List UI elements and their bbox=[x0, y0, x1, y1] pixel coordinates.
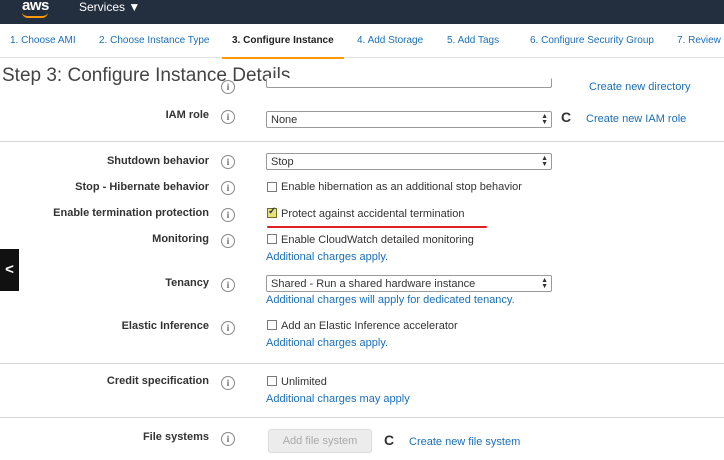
tenancy-charges-link[interactable]: Additional charges will apply for dedica… bbox=[266, 294, 515, 306]
step-add-tags[interactable]: 5. Add Tags bbox=[447, 35, 499, 46]
unlimited-checkbox-label: Unlimited bbox=[281, 376, 327, 388]
section-divider bbox=[0, 363, 724, 364]
elastic-inference-label: Elastic Inference bbox=[121, 320, 209, 332]
section-divider bbox=[0, 141, 724, 142]
refresh-icon[interactable]: C bbox=[384, 432, 394, 448]
termination-protection-checkbox[interactable] bbox=[267, 206, 277, 218]
wizard-steps: 1. Choose AMI 2. Choose Instance Type 3.… bbox=[0, 24, 724, 58]
shutdown-behavior-label: Shutdown behavior bbox=[106, 155, 209, 167]
monitoring-label: Monitoring bbox=[152, 233, 209, 245]
elastic-inference-checkbox-label: Add an Elastic Inference accelerator bbox=[281, 320, 458, 332]
info-icon[interactable]: i bbox=[221, 234, 235, 248]
active-step-indicator bbox=[222, 57, 344, 59]
step-choose-ami[interactable]: 1. Choose AMI bbox=[10, 35, 76, 46]
page-title: Step 3: Configure Instance Details bbox=[2, 65, 291, 86]
info-icon[interactable]: i bbox=[221, 80, 235, 94]
step-choose-instance-type[interactable]: 2. Choose Instance Type bbox=[99, 35, 209, 46]
file-systems-label: File systems bbox=[142, 431, 209, 443]
tenancy-select[interactable]: Shared - Run a shared hardware instance … bbox=[266, 275, 552, 292]
hibernate-checkbox-label: Enable hibernation as an additional stop… bbox=[281, 181, 522, 193]
monitoring-checkbox[interactable] bbox=[267, 234, 277, 244]
credit-specification-label: Credit specification bbox=[106, 375, 209, 387]
select-arrows-icon: ▲ ▼ bbox=[541, 113, 548, 126]
elastic-inference-charges-link[interactable]: Additional charges apply. bbox=[266, 337, 388, 349]
step-configure-instance[interactable]: 3. Configure Instance bbox=[232, 35, 334, 46]
create-new-iam-role-link[interactable]: Create new IAM role bbox=[586, 113, 686, 125]
add-file-system-button[interactable]: Add file system bbox=[268, 429, 372, 453]
section-divider bbox=[0, 417, 724, 418]
hibernate-checkbox[interactable] bbox=[267, 182, 277, 192]
step-review[interactable]: 7. Review bbox=[677, 35, 721, 46]
termination-protection-label: Enable termination protection bbox=[53, 207, 209, 219]
create-new-file-system-link[interactable]: Create new file system bbox=[409, 436, 520, 448]
shutdown-behavior-select[interactable]: Stop ▲ ▼ bbox=[266, 153, 552, 170]
iam-role-value: None bbox=[271, 114, 298, 126]
aws-logo-smile bbox=[22, 12, 48, 18]
select-arrows-icon: ▲ ▼ bbox=[541, 155, 548, 168]
previous-select-partial[interactable] bbox=[266, 78, 552, 88]
termination-protection-checkbox-label: Protect against accidental termination bbox=[281, 208, 465, 220]
back-arrow-icon[interactable]: < bbox=[0, 249, 19, 291]
credit-charges-link[interactable]: Additional charges may apply bbox=[266, 393, 410, 405]
refresh-icon[interactable]: C bbox=[561, 109, 571, 125]
info-icon[interactable]: i bbox=[221, 321, 235, 335]
tenancy-value: Shared - Run a shared hardware instance bbox=[271, 278, 476, 290]
info-icon[interactable]: i bbox=[221, 208, 235, 222]
monitoring-checkbox-label: Enable CloudWatch detailed monitoring bbox=[281, 234, 474, 246]
info-icon[interactable]: i bbox=[221, 376, 235, 390]
info-icon[interactable]: i bbox=[221, 181, 235, 195]
info-icon[interactable]: i bbox=[221, 432, 235, 446]
step-add-storage[interactable]: 4. Add Storage bbox=[357, 35, 423, 46]
info-icon[interactable]: i bbox=[221, 110, 235, 124]
info-icon[interactable]: i bbox=[221, 278, 235, 292]
annotation-underline bbox=[267, 226, 487, 228]
monitoring-charges-link[interactable]: Additional charges apply. bbox=[266, 251, 388, 263]
info-icon[interactable]: i bbox=[221, 155, 235, 169]
tenancy-label: Tenancy bbox=[165, 277, 209, 289]
iam-role-label: IAM role bbox=[165, 109, 209, 121]
select-arrows-icon: ▲ ▼ bbox=[541, 277, 548, 290]
iam-role-select[interactable]: None ▲ ▼ bbox=[266, 111, 552, 128]
services-menu[interactable]: Services ▼ bbox=[79, 0, 140, 14]
aws-top-bar: aws Services ▼ bbox=[0, 0, 724, 24]
step-configure-security-group[interactable]: 6. Configure Security Group bbox=[530, 35, 654, 46]
hibernate-behavior-label: Stop - Hibernate behavior bbox=[75, 181, 209, 193]
create-new-directory-link[interactable]: Create new directory bbox=[589, 81, 691, 93]
unlimited-checkbox[interactable] bbox=[267, 376, 277, 386]
shutdown-behavior-value: Stop bbox=[271, 156, 294, 168]
elastic-inference-checkbox[interactable] bbox=[267, 320, 277, 330]
